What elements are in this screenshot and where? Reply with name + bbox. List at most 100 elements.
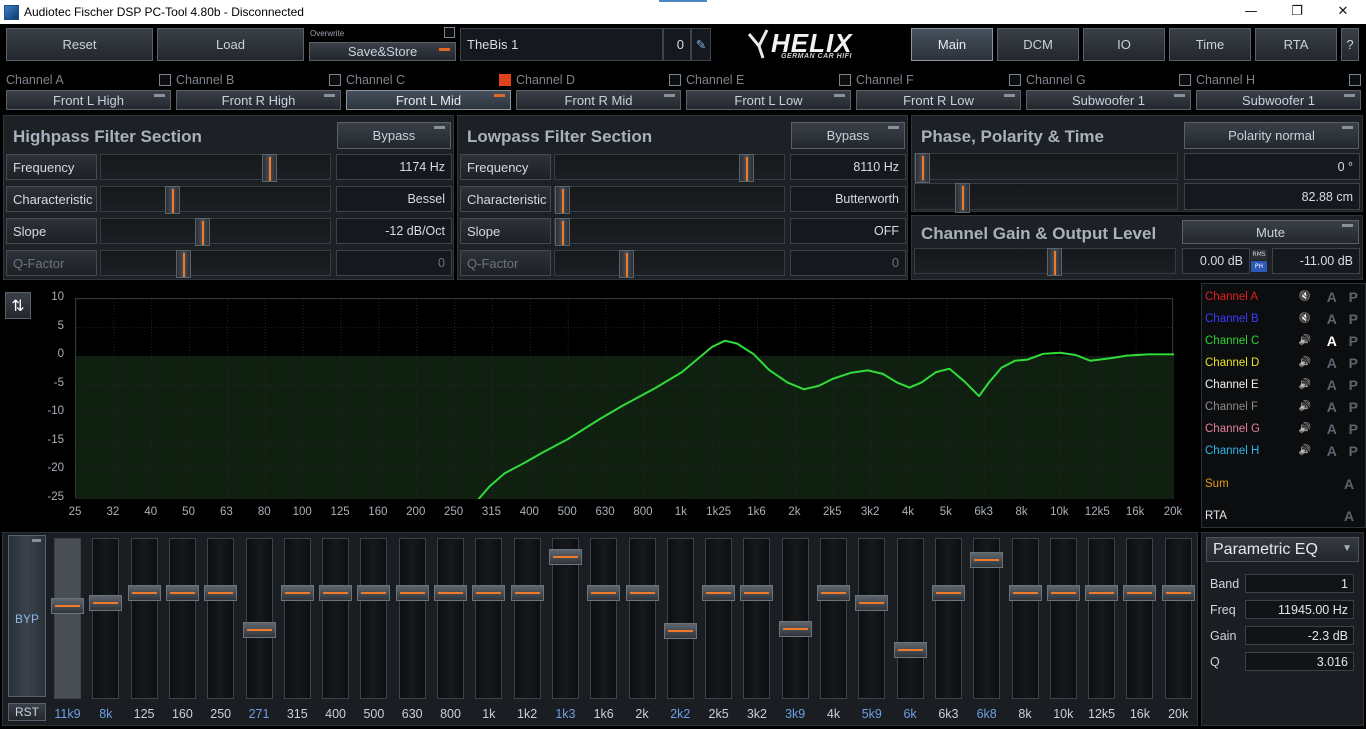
gain-value[interactable]: 0.00 dB	[1182, 248, 1250, 274]
legend-p-toggle[interactable]: P	[1344, 289, 1363, 305]
legend-sum[interactable]: Sum A	[1205, 474, 1363, 494]
speaker-icon[interactable]: 🔊	[1299, 445, 1313, 457]
eq-reset-button[interactable]: RST	[8, 703, 46, 721]
channel-select-button[interactable]: Subwoofer 1	[1026, 90, 1191, 110]
rms-label[interactable]: RMS	[1251, 249, 1267, 260]
legend-item[interactable]: Channel C 🔊 A P	[1205, 331, 1363, 351]
eq-fader-knob[interactable]	[740, 585, 774, 601]
channel-checkbox[interactable]	[839, 74, 851, 86]
eq-fader[interactable]	[242, 538, 276, 699]
eq-fader[interactable]	[931, 538, 965, 699]
eq-fader-knob[interactable]	[1085, 585, 1119, 601]
highpass-row-slider[interactable]	[100, 250, 331, 278]
eq-fader[interactable]	[204, 538, 238, 699]
highpass-row-slider[interactable]	[100, 218, 331, 246]
help-button[interactable]: ?	[1341, 28, 1359, 61]
lowpass-row-slider[interactable]	[554, 250, 785, 278]
lowpass-row-slider[interactable]	[554, 218, 785, 246]
eq-fader[interactable]	[51, 538, 84, 699]
time-slider-knob[interactable]	[955, 183, 970, 213]
eq-fader-knob[interactable]	[204, 585, 238, 601]
channel-checkbox[interactable]	[1349, 74, 1361, 86]
eq-fader-knob[interactable]	[970, 552, 1004, 568]
eq-fader[interactable]	[740, 538, 774, 699]
lowpass-slider-knob[interactable]	[739, 154, 754, 182]
eq-fader-knob[interactable]	[893, 642, 927, 658]
channel-select-button[interactable]: Front R Low	[856, 90, 1021, 110]
lowpass-row-slider[interactable]	[554, 186, 785, 214]
eq-fader[interactable]	[1046, 538, 1080, 699]
channel-checkbox[interactable]	[499, 74, 511, 86]
lowpass-slider-knob[interactable]	[555, 218, 570, 246]
eq-fader-knob[interactable]	[510, 585, 544, 601]
speaker-muted-icon[interactable]: 🔇	[1299, 291, 1313, 303]
edit-icon[interactable]: ✎	[691, 28, 711, 61]
gain-slider-knob[interactable]	[1047, 248, 1062, 276]
highpass-row-value[interactable]: 0	[336, 250, 452, 276]
speaker-muted-icon[interactable]: 🔇	[1299, 313, 1313, 325]
legend-a-toggle[interactable]: A	[1322, 355, 1341, 371]
eq-fader-knob[interactable]	[778, 621, 812, 637]
phase-slider[interactable]	[914, 153, 1178, 183]
legend-p-toggle[interactable]: P	[1344, 443, 1363, 459]
channel-checkbox[interactable]	[1009, 74, 1021, 86]
maximize-icon[interactable]: ❐	[1274, 0, 1320, 22]
legend-item[interactable]: Channel G 🔊 A P	[1205, 419, 1363, 439]
highpass-row-slider[interactable]	[100, 154, 331, 182]
sum-a-toggle[interactable]: A	[1339, 476, 1359, 492]
time-slider[interactable]	[914, 183, 1178, 213]
q-field[interactable]: 3.016	[1245, 652, 1354, 671]
legend-p-toggle[interactable]: P	[1344, 399, 1363, 415]
legend-p-toggle[interactable]: P	[1344, 311, 1363, 327]
eq-fader[interactable]	[893, 538, 927, 699]
highpass-bypass-button[interactable]: Bypass	[337, 122, 451, 149]
eq-fader-knob[interactable]	[663, 623, 697, 639]
eq-fader[interactable]	[1123, 538, 1157, 699]
eq-fader[interactable]	[855, 538, 889, 699]
channel-select-button[interactable]: Front L Low	[686, 90, 851, 110]
speaker-icon[interactable]: 🔊	[1299, 335, 1313, 347]
eq-fader-knob[interactable]	[51, 598, 84, 614]
parametric-eq-select[interactable]: Parametric EQ ▼	[1206, 537, 1359, 562]
eq-fader-knob[interactable]	[280, 585, 314, 601]
eq-fader-knob[interactable]	[242, 622, 276, 638]
eq-bypass-button[interactable]: BYP	[8, 535, 46, 697]
eq-fader-knob[interactable]	[395, 585, 429, 601]
legend-item[interactable]: Channel H 🔊 A P	[1205, 441, 1363, 461]
highpass-slider-knob[interactable]	[176, 250, 191, 278]
legend-a-toggle[interactable]: A	[1322, 399, 1341, 415]
eq-fader-knob[interactable]	[587, 585, 621, 601]
eq-fader[interactable]	[778, 538, 812, 699]
channel-select-button[interactable]: Front L Mid	[346, 90, 511, 110]
eq-fader-knob[interactable]	[817, 585, 850, 601]
eq-fader[interactable]	[434, 538, 467, 699]
legend-rta[interactable]: RTA A	[1205, 506, 1363, 526]
lowpass-row-value[interactable]: OFF	[790, 218, 906, 244]
legend-a-toggle[interactable]: A	[1322, 311, 1341, 327]
eq-fader[interactable]	[1085, 538, 1119, 699]
legend-a-toggle[interactable]: A	[1322, 377, 1341, 393]
legend-item[interactable]: Channel A 🔇 A P	[1205, 287, 1363, 307]
eq-fader[interactable]	[127, 538, 161, 699]
eq-fader-knob[interactable]	[165, 585, 199, 601]
channel-checkbox[interactable]	[329, 74, 341, 86]
eq-fader-knob[interactable]	[89, 595, 123, 611]
highpass-row-value[interactable]: 1174 Hz	[336, 154, 452, 180]
eq-fader-knob[interactable]	[1008, 585, 1042, 601]
nav-time[interactable]: Time	[1169, 28, 1251, 61]
eq-fader[interactable]	[319, 538, 353, 699]
speaker-icon[interactable]: 🔊	[1299, 401, 1313, 413]
eq-fader[interactable]	[510, 538, 544, 699]
close-icon[interactable]: ✕	[1320, 0, 1366, 22]
highpass-row-value[interactable]: Bessel	[336, 186, 452, 212]
eq-fader[interactable]	[548, 538, 582, 699]
speaker-icon[interactable]: 🔊	[1299, 357, 1313, 369]
eq-fader-knob[interactable]	[357, 585, 391, 601]
legend-a-toggle[interactable]: A	[1322, 289, 1341, 305]
gain-field[interactable]: -2.3 dB	[1245, 626, 1354, 645]
channel-select-button[interactable]: Subwoofer 1	[1196, 90, 1361, 110]
eq-fader[interactable]	[663, 538, 697, 699]
phase-value[interactable]: 0 °	[1184, 153, 1360, 180]
graph-scale-toggle[interactable]: ⇅	[5, 292, 31, 319]
legend-p-toggle[interactable]: P	[1344, 377, 1363, 393]
